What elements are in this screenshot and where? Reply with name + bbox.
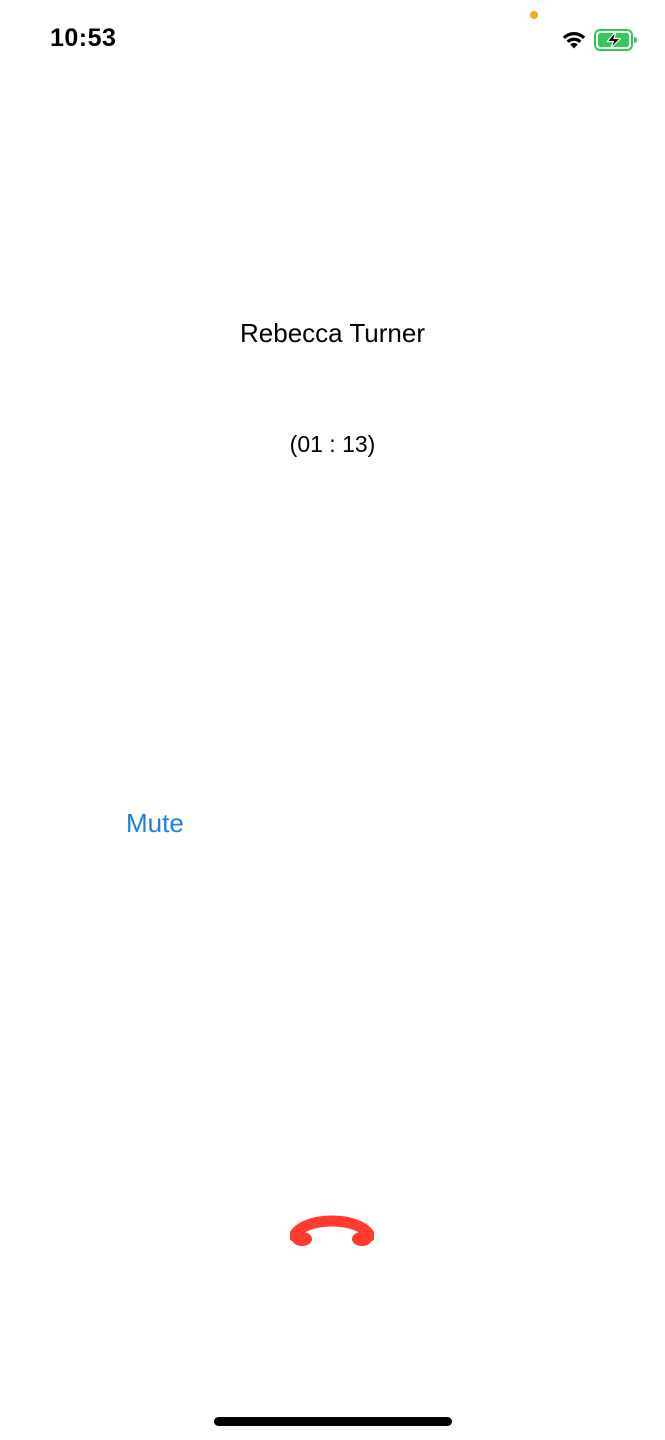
status-bar: 10:53: [0, 0, 665, 80]
contact-name: Rebecca Turner: [240, 318, 425, 348]
wifi-icon: [562, 32, 586, 49]
privacy-indicator-dot: [530, 11, 538, 19]
call-duration: (01 : 13): [289, 431, 376, 457]
battery-charging-icon: [594, 29, 637, 51]
mute-button[interactable]: Mute: [112, 800, 198, 847]
status-time: 10:53: [50, 24, 117, 52]
end-call-button[interactable]: [282, 1200, 382, 1264]
home-indicator: [214, 1417, 452, 1426]
phone-hangup-icon: [290, 1215, 374, 1246]
